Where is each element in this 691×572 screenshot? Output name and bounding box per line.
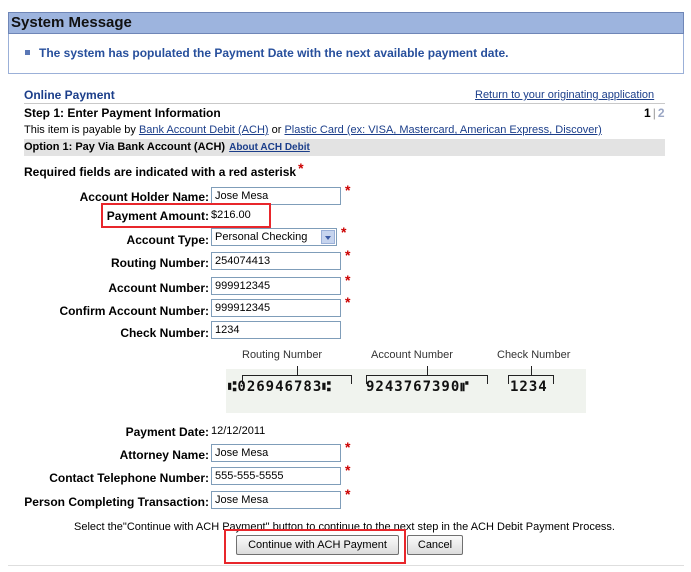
confirm-account-label: Confirm Account Number: — [59, 304, 209, 318]
page-next[interactable]: 2 — [658, 106, 665, 120]
telephone-label: Contact Telephone Number: — [49, 471, 209, 485]
routing-number-label: Routing Number: — [111, 256, 209, 270]
check-routing-label: Routing Number — [242, 349, 323, 361]
required-asterisk: * — [341, 224, 347, 240]
payment-date-label: Payment Date: — [125, 425, 209, 439]
account-type-value: Personal Checking — [215, 231, 308, 243]
attorney-name-label: Attorney Name: — [119, 448, 209, 462]
required-asterisk: * — [345, 272, 351, 288]
required-asterisk: * — [345, 247, 351, 263]
about-ach-link[interactable]: About ACH Debit — [229, 142, 310, 153]
person-completing-input[interactable] — [211, 491, 341, 509]
required-asterisk: * — [345, 486, 351, 502]
step-title: Step 1: Enter Payment Information — [24, 106, 221, 120]
system-message-body: The system has populated the Payment Dat… — [8, 34, 684, 74]
check-number-input[interactable] — [211, 321, 341, 339]
return-link[interactable]: Return to your originating application — [475, 89, 654, 101]
routing-number-input[interactable] — [211, 252, 341, 270]
person-completing-label: Person Completing Transaction: — [24, 495, 209, 509]
required-asterisk: * — [345, 462, 351, 478]
bullet-icon — [25, 50, 30, 56]
check-account-label: Account Number — [371, 349, 453, 361]
check-illustration: Routing Number Account Number Check Numb… — [220, 345, 587, 418]
micr-strip: ⑆026946783⑆ 9243767390⑈ 1234 — [226, 366, 586, 413]
payment-date-value: 12/12/2011 — [211, 425, 266, 437]
required-note: Required fields are indicated with a red… — [24, 160, 304, 179]
telephone-input[interactable] — [211, 467, 341, 485]
account-holder-label: Account Holder Name: — [79, 190, 209, 204]
page-separator: | — [652, 106, 656, 120]
account-type-label: Account Type: — [126, 233, 209, 247]
divider — [24, 103, 665, 104]
required-asterisk: * — [345, 182, 351, 198]
cancel-button[interactable]: Cancel — [407, 535, 463, 555]
micr-check-digits: 1234 — [510, 379, 548, 395]
highlight-box-continue — [224, 529, 406, 564]
online-payment-title: Online Payment — [24, 88, 115, 102]
payable-text: This item is payable by Bank Account Deb… — [24, 124, 602, 136]
account-number-input[interactable] — [211, 277, 341, 295]
required-asterisk: * — [345, 294, 351, 310]
confirm-account-input[interactable] — [211, 299, 341, 317]
check-number-label: Check Number: — [120, 326, 209, 340]
system-message-title: System Message — [11, 14, 132, 31]
highlight-box-payment-amount — [101, 203, 271, 228]
ach-link[interactable]: Bank Account Debit (ACH) — [139, 124, 269, 136]
option-header: Option 1: Pay Via Bank Account (ACH) Abou… — [24, 139, 665, 156]
micr-routing-digits: ⑆026946783⑆ — [228, 379, 332, 395]
system-message-text: The system has populated the Payment Dat… — [25, 46, 508, 60]
system-message-header: System Message — [8, 12, 684, 34]
account-type-select[interactable]: Personal Checking — [211, 228, 337, 246]
option-title: Option 1: Pay Via Bank Account (ACH) — [24, 141, 226, 153]
chevron-down-icon[interactable] — [321, 230, 335, 244]
micr-account-digits: 9243767390⑈ — [366, 379, 470, 395]
step-pager: 1 | 2 — [644, 106, 665, 120]
page-current: 1 — [644, 106, 651, 120]
account-number-label: Account Number: — [108, 281, 209, 295]
check-number-caption: Check Number — [497, 349, 571, 361]
footer-divider — [8, 565, 684, 566]
plastic-card-link[interactable]: Plastic Card (ex: VISA, Mastercard, Amer… — [284, 124, 601, 136]
required-asterisk: * — [298, 160, 304, 176]
attorney-name-input[interactable] — [211, 444, 341, 462]
required-asterisk: * — [345, 439, 351, 455]
